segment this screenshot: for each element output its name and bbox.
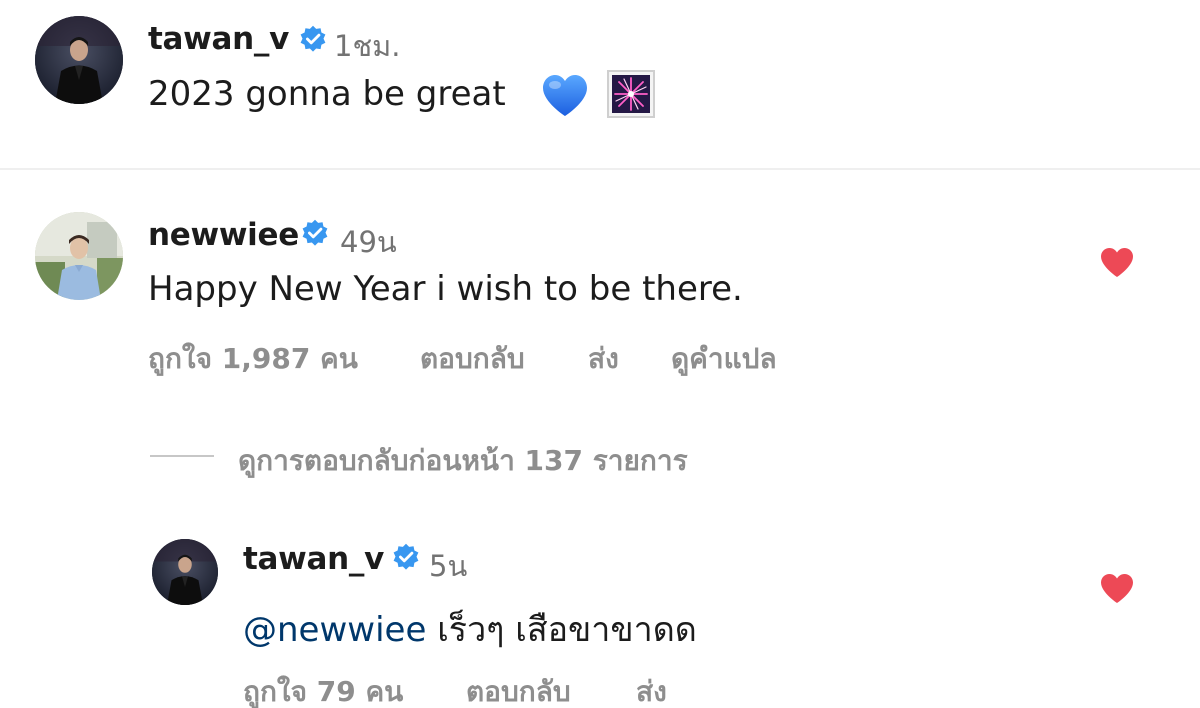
reply-send-button[interactable]: ส่ง — [636, 670, 667, 708]
view-previous-replies-button[interactable]: ดูการตอบกลับก่อนหน้า 137 รายการ — [238, 439, 688, 483]
post-username[interactable]: tawan_v — [148, 21, 289, 57]
comment-send-button[interactable]: ส่ง — [588, 337, 619, 381]
fireworks-emoji-icon — [607, 70, 655, 118]
reply-timestamp: 5น — [429, 549, 468, 583]
comment-reply-button[interactable]: ตอบกลับ — [420, 337, 525, 381]
comment-timestamp: 49น — [340, 225, 397, 259]
reply-body: เร็วๆ เสือขาขาดด — [437, 610, 697, 650]
comment-likes-count[interactable]: ถูกใจ 1,987 คน — [148, 337, 358, 381]
blue-heart-emoji-icon — [541, 74, 589, 118]
post-timestamp: 1ชม. — [334, 29, 401, 63]
comment-text: Happy New Year i wish to be there. — [148, 269, 743, 309]
post-caption: 2023 gonna be great — [148, 74, 506, 114]
comment-like-heart-icon[interactable] — [1100, 247, 1134, 279]
post-avatar[interactable] — [35, 16, 123, 104]
reply-reply-button[interactable]: ตอบกลับ — [466, 670, 571, 708]
comment-translate-button[interactable]: ดูคำแปล — [671, 337, 777, 381]
verified-badge-icon — [392, 543, 420, 571]
reply-like-heart-icon[interactable] — [1100, 573, 1134, 605]
comment-username[interactable]: newwiee — [148, 217, 299, 253]
reply-likes-count[interactable]: ถูกใจ 79 คน — [243, 670, 403, 708]
reply-avatar[interactable] — [152, 539, 218, 605]
comments-screen: tawan_v 1ชม. 2023 gonna be great newwiee… — [0, 0, 1200, 708]
caption-divider — [0, 168, 1200, 170]
view-replies-line — [150, 455, 214, 457]
reply-mention-link[interactable]: @newwiee — [243, 610, 426, 650]
comment-avatar[interactable] — [35, 212, 123, 300]
verified-badge-icon — [299, 25, 327, 53]
reply-text: @newwiee เร็วๆ เสือขาขาดด — [243, 602, 697, 656]
verified-badge-icon — [301, 219, 329, 247]
reply-username[interactable]: tawan_v — [243, 541, 384, 577]
